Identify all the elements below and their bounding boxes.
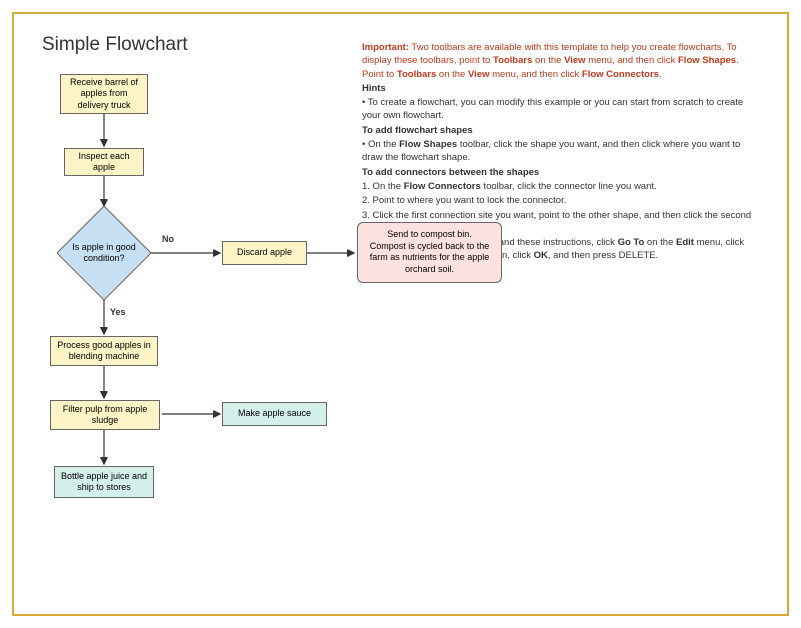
content-area: Simple Flowchart xyxy=(42,34,759,594)
decision-condition: Is apple in good condition? xyxy=(57,206,151,300)
flowchart-column: Simple Flowchart xyxy=(42,34,302,594)
page-title: Simple Flowchart xyxy=(42,34,302,56)
document-frame: Simple Flowchart xyxy=(12,12,789,616)
process-sauce: Make apple sauce xyxy=(222,402,327,426)
process-receive: Receive barrel of apples from delivery t… xyxy=(60,74,148,114)
callout-compost: Send to compost bin. Compost is cycled b… xyxy=(357,222,502,283)
process-blend: Process good apples in blending machine xyxy=(50,336,158,366)
decision-label: Is apple in good condition? xyxy=(57,242,151,264)
important-prefix: Important: xyxy=(362,42,409,53)
label-no: No xyxy=(162,234,174,244)
label-yes: Yes xyxy=(110,307,126,317)
process-discard: Discard apple xyxy=(222,241,307,265)
flowchart-canvas: Receive barrel of apples from delivery t… xyxy=(42,66,302,606)
process-filter: Filter pulp from apple sludge xyxy=(50,400,160,430)
process-bottle: Bottle apple juice and ship to stores xyxy=(54,466,154,498)
process-inspect: Inspect each apple xyxy=(64,148,144,176)
